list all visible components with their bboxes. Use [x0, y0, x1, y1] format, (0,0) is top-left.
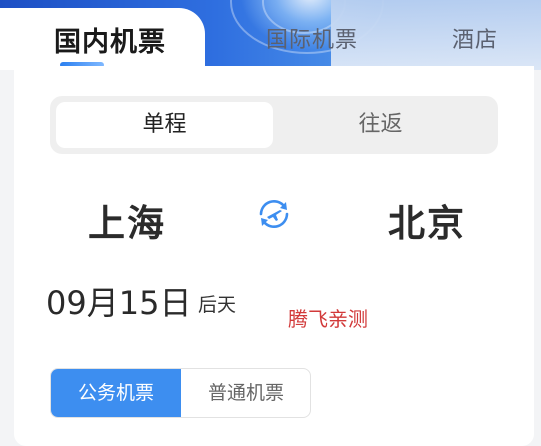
- regular-ticket-button[interactable]: 普通机票: [181, 369, 310, 417]
- business-ticket-button[interactable]: 公务机票: [51, 369, 181, 417]
- one-way-button[interactable]: 单程: [56, 102, 273, 148]
- tab-domestic-flights[interactable]: 国内机票: [54, 20, 166, 59]
- relative-day-label: 后天: [198, 294, 237, 316]
- tab-international-flights[interactable]: 国际机票: [266, 22, 358, 54]
- banner-cloud: [331, 0, 541, 70]
- ticket-type-toggle: 公务机票 普通机票: [50, 368, 311, 418]
- arrival-city[interactable]: 北京: [388, 193, 466, 247]
- watermark-text: 腾飞亲测: [288, 307, 368, 331]
- tab-hotels[interactable]: 酒店: [452, 22, 498, 54]
- departure-date[interactable]: 09月15日: [46, 278, 191, 324]
- round-trip-button[interactable]: 往返: [272, 102, 489, 148]
- trip-type-toggle: 单程 往返: [50, 96, 498, 154]
- plane-swap-icon[interactable]: [256, 196, 292, 232]
- departure-city[interactable]: 上海: [88, 193, 166, 247]
- flight-search-card: 单程 往返 上海 北京 09月15日 后天 腾飞亲测 公务机票 普通机票: [14, 66, 534, 446]
